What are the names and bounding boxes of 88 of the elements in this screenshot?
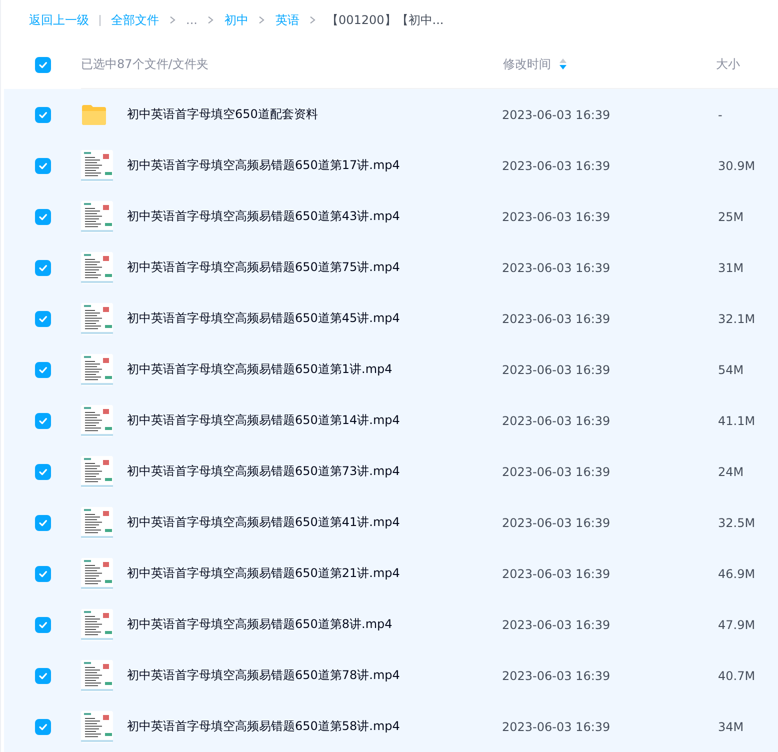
modified-time: 2023-06-03 16:39 [502,618,612,632]
file-name[interactable]: 初中英语首字母填空高频易错题650道第73讲.mp4 [127,463,502,480]
checkbox[interactable] [34,158,50,174]
file-size: 32.5M [718,516,756,530]
breadcrumb-current: 【001200】【初中... [326,12,444,28]
file-name[interactable]: 初中英语首字母填空高频易错题650道第75讲.mp4 [127,259,502,276]
file-name[interactable]: 初中英语首字母填空高频易错题650道第41讲.mp4 [127,514,502,531]
file-size: 25M [718,210,744,224]
check-icon [38,314,48,324]
video-thumbnail-icon [81,558,113,590]
file-name[interactable]: 初中英语首字母填空高频易错题650道第1讲.mp4 [127,361,502,378]
video-thumbnail-icon [81,404,113,436]
check-icon [38,364,48,374]
checkbox[interactable] [34,56,50,72]
check-icon [38,160,48,170]
video-thumbnail-icon [81,710,113,742]
checkbox[interactable] [34,412,50,428]
video-thumbnail-icon [81,252,113,284]
checkbox[interactable] [34,310,50,326]
file-size: 24M [718,464,744,478]
check-icon [38,568,48,578]
modified-time: 2023-06-03 16:39 [502,516,612,530]
modified-time: 2023-06-03 16:39 [502,312,612,326]
file-name[interactable]: 初中英语首字母填空高频易错题650道第45讲.mp4 [127,310,502,327]
modified-time: 2023-06-03 16:39 [502,566,612,580]
file-name[interactable]: 初中英语首字母填空高频易错题650道第43讲.mp4 [127,208,502,225]
video-thumbnail-icon [81,302,113,334]
video-thumbnail-icon [81,354,113,386]
folder-icon [81,104,107,126]
video-thumbnail-icon [81,660,113,692]
file-size: 32.1M [718,312,756,326]
modified-time: 2023-06-03 16:39 [502,108,612,122]
video-thumbnail-icon [81,456,113,488]
file-size: 30.9M [718,158,756,172]
modified-time: 2023-06-03 16:39 [502,158,612,172]
check-icon [38,212,48,222]
file-size: 31M [718,260,744,274]
check-icon [38,60,48,70]
checkbox[interactable] [34,208,50,224]
chevron-right-icon [169,16,176,24]
check-icon [38,670,48,680]
checkbox[interactable] [34,362,50,378]
check-icon [38,518,48,528]
file-name[interactable]: 初中英语首字母填空高频易错题650道第21讲.mp4 [127,565,502,582]
selection-count: 已选中87个文件/文件夹 [81,56,210,72]
modified-time: 2023-06-03 16:39 [502,362,612,376]
video-thumbnail-icon [81,150,113,182]
modified-time: 2023-06-03 16:39 [502,464,612,478]
check-icon [38,466,48,476]
modified-time: 2023-06-03 16:39 [502,210,612,224]
check-icon [38,722,48,732]
check-icon [38,110,48,120]
checkbox[interactable] [34,668,50,684]
check-icon [38,262,48,272]
checkbox[interactable] [34,566,50,582]
checkbox[interactable] [34,718,50,734]
file-name[interactable]: 初中英语首字母填空650道配套资料 [127,106,502,123]
chevron-right-icon [258,16,266,24]
file-size: 54M [718,362,744,376]
video-thumbnail-icon [81,506,113,538]
modified-time: 2023-06-03 16:39 [502,668,612,682]
checkbox[interactable] [34,260,50,276]
file-size: 47.9M [718,618,756,632]
file-size: - [718,108,722,122]
file-name[interactable]: 初中英语首字母填空高频易错题650道第58讲.mp4 [127,718,502,735]
file-size: 46.9M [718,566,756,580]
modified-time: 2023-06-03 16:39 [502,414,612,428]
video-thumbnail-icon [81,608,113,640]
sort-icon[interactable] [559,58,567,70]
chevron-right-icon [207,16,214,24]
checkbox[interactable] [34,106,50,122]
modified-time: 2023-06-03 16:39 [502,720,612,734]
file-size: 34M [718,720,744,734]
file-name[interactable]: 初中英语首字母填空高频易错题650道第17讲.mp4 [127,157,502,174]
chevron-right-icon [309,16,316,24]
checkbox[interactable] [34,464,50,480]
file-size: 41.1M [718,414,756,428]
file-name[interactable]: 初中英语首字母填空高频易错题650道第14讲.mp4 [127,412,502,429]
checkbox[interactable] [34,514,50,530]
divider-line [99,14,101,26]
checkbox[interactable] [34,616,50,632]
file-name[interactable]: 初中英语首字母填空高频易错题650道第78讲.mp4 [127,667,502,684]
file-size: 40.7M [718,668,756,682]
check-icon [38,620,48,630]
file-name[interactable]: 初中英语首字母填空高频易错题650道第8讲.mp4 [127,616,502,633]
video-thumbnail-icon [81,200,113,232]
check-icon [38,416,48,426]
modified-time: 2023-06-03 16:39 [502,260,612,274]
